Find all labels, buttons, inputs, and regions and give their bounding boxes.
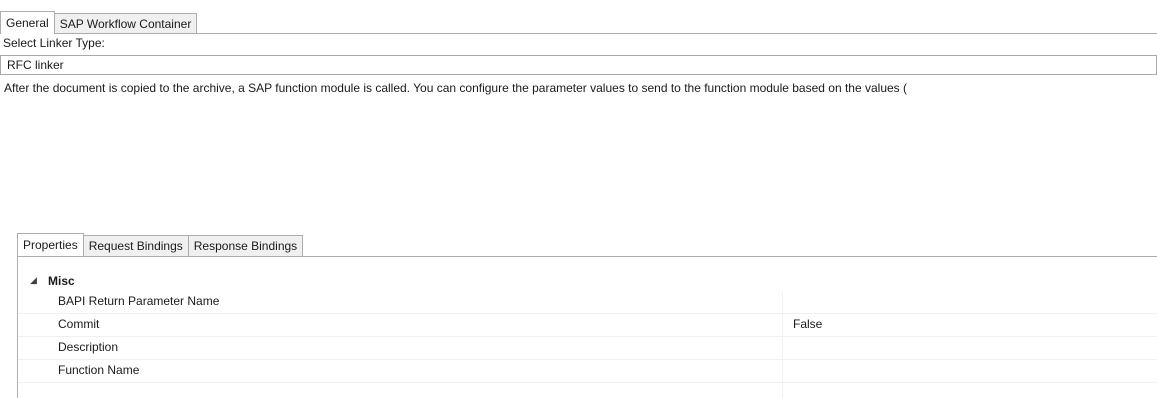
linker-type-value: RFC linker: [7, 58, 64, 72]
property-row[interactable]: Description: [18, 337, 1157, 360]
top-tabstrip-divider: [0, 33, 1157, 34]
tab-properties[interactable]: Properties: [17, 233, 84, 256]
category-label: Misc: [48, 273, 75, 288]
property-name: Description: [58, 340, 119, 354]
tab-response-bindings[interactable]: Response Bindings: [187, 235, 304, 256]
linker-type-label: Select Linker Type:: [3, 36, 105, 50]
property-value[interactable]: False: [793, 317, 822, 331]
collapse-triangle-icon[interactable]: ◢: [30, 275, 37, 286]
property-grid[interactable]: ◢ Misc BAPI Return Parameter Name Commit…: [17, 257, 1157, 398]
tab-sap-workflow-container[interactable]: SAP Workflow Container: [53, 13, 198, 34]
inner-tabstrip: Properties Request Bindings Response Bin…: [17, 233, 304, 256]
tab-request-bindings[interactable]: Request Bindings: [82, 235, 189, 256]
linker-description: After the document is copied to the arch…: [4, 81, 908, 95]
property-name: Commit: [58, 317, 100, 331]
top-tabstrip: General SAP Workflow Container: [0, 11, 198, 34]
property-row[interactable]: Function Name: [18, 360, 1157, 383]
tab-general[interactable]: General: [0, 11, 55, 34]
property-row[interactable]: Commit False: [18, 314, 1157, 337]
property-name: BAPI Return Parameter Name: [58, 294, 220, 308]
property-row[interactable]: BAPI Return Parameter Name: [18, 291, 1157, 314]
linker-type-dropdown[interactable]: RFC linker: [0, 55, 1157, 75]
category-row-misc[interactable]: ◢ Misc: [18, 271, 1157, 290]
property-name: Function Name: [58, 363, 140, 377]
